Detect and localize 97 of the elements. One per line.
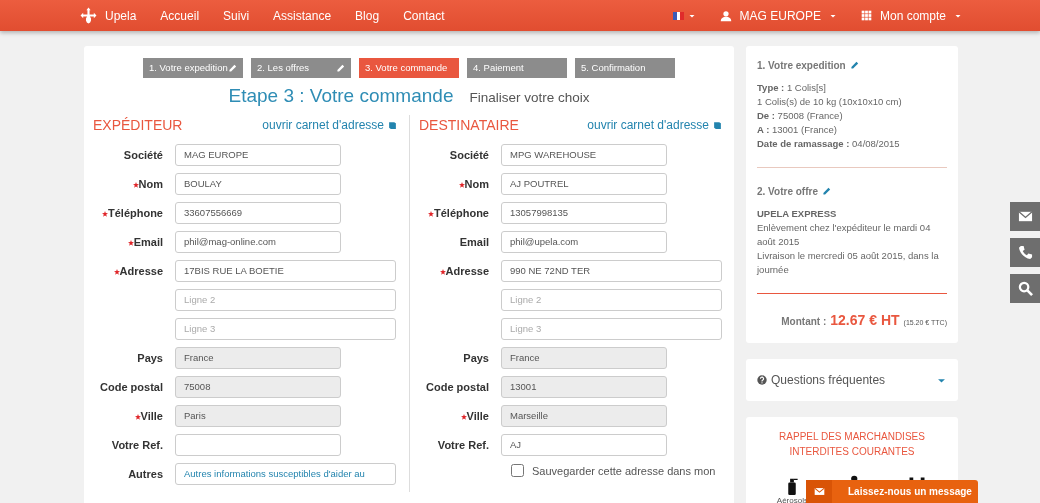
field-label: Email [459,235,489,248]
field-label: Email [127,235,163,248]
summary-line: A : 13001 (France) [757,123,838,137]
field-label: Société [449,148,489,161]
field-label: Votre Ref. [111,438,163,451]
flag-icon [672,11,684,20]
nav-link[interactable]: Assistance [273,6,332,25]
summary-heading: 1. Votre expedition [757,59,846,73]
pencil-icon [849,61,859,70]
input-field[interactable]: phil@mag-online.com [175,230,341,253]
logo-icon [80,7,97,24]
nav-link[interactable]: Contact [403,6,445,25]
input-field[interactable]: phil@upela.com [501,230,667,253]
input-field[interactable]: Ligne 2 [175,288,396,311]
amount-value: 12.67 € HT [830,311,900,330]
address-book-link[interactable]: ouvrir carnet d'adresse [262,116,397,134]
summary-line: Date de ramassage : 04/08/2015 [757,137,901,151]
field-label: Adresse [113,264,163,277]
field-label: Pays [137,351,163,364]
input-field[interactable]: 33607556669 [175,201,341,224]
mail-icon [812,486,826,497]
required-star-icon [439,268,446,275]
input-field[interactable]: Ligne 3 [501,317,722,340]
required-star-icon [102,210,108,217]
field-label: Ville [460,409,489,422]
field-label: Ville [134,409,163,422]
grid-icon [860,10,872,21]
input-field[interactable]: AJ POUTREL [501,172,667,195]
nav-link[interactable]: Blog [355,6,380,25]
nav-link[interactable]: Suivi [223,6,250,25]
search-button[interactable] [1010,274,1040,303]
account-menu[interactable]: Mon compte [860,6,962,25]
faq-panel[interactable]: Questions fréquentes [746,359,958,401]
faq-label: Questions fréquentes [771,372,886,389]
language-menu[interactable] [672,11,696,20]
address-book-link[interactable]: ouvrir carnet d'adresse [587,116,722,134]
input-field[interactable]: MPG WAREHOUSE [501,143,667,166]
input-field[interactable]: Autres informations susceptibles d'aider au [175,462,396,485]
input-field[interactable]: MAG EUROPE [175,143,341,166]
book-icon [388,120,397,130]
page-title: Etape 3 : Votre commande [228,84,454,108]
input-field[interactable]: 990 NE 72ND TER [501,259,722,282]
required-star-icon [113,268,120,275]
step-tab[interactable]: 3. Votre commande [359,58,459,78]
required-star-icon [428,210,434,217]
input-field[interactable]: AJ [501,433,667,456]
item-label: Aérosols [776,495,808,503]
offer-line: Livraison le mercredi 05 août 2015, dans la journée [757,249,940,277]
book-icon [713,120,722,130]
required-star-icon [127,239,134,246]
field-label: Téléphone [102,206,163,219]
input-field[interactable]: BOULAY [175,172,341,195]
pencil-icon [228,63,237,73]
summary-line: De : 75008 (France) [757,109,844,123]
required-star-icon [460,413,467,420]
nav-link[interactable]: Accueil [160,6,200,25]
summary-line: Type : 1 Colis[s] [757,81,827,95]
user-icon [719,9,732,22]
field-label: Votre Ref. [437,438,489,451]
field-label: Nom [458,177,489,190]
question-icon [757,375,767,385]
input-field[interactable]: Ligne 2 [501,288,722,311]
offer-name: UPELA EXPRESS [757,207,838,221]
brand-link[interactable]: Upela [105,6,137,25]
field-label: Code postal [426,380,489,393]
save-address-checkbox[interactable] [511,464,524,478]
required-star-icon [134,413,141,420]
phone-button[interactable] [1010,238,1040,267]
field-label: Société [123,148,163,161]
prohibited-title: RAPPEL DES MARCHANDISES INTERDITES COURANTES [778,430,926,459]
field-label: Pays [463,351,489,364]
field-label: Téléphone [428,206,489,219]
required-star-icon [458,181,465,188]
input-field[interactable]: 17BIS RUE LA BOETIE [175,259,396,282]
input-field[interactable]: 13057998135 [501,201,667,224]
offer-line: Enlèvement chez l'expéditeur le mardi 04 août 2015 [757,221,932,249]
section-heading: EXPÉDITEUR [93,115,183,135]
input-field[interactable]: Ligne 3 [175,317,396,340]
field-label: Adresse [439,264,489,277]
summary-heading: 2. Votre offre [757,185,818,199]
user-menu[interactable]: MAG EUROPE [719,6,837,25]
field-label: Autres [128,467,163,480]
input-field[interactable] [175,433,341,456]
summary-line: 1 Colis(s) de 10 kg (10x10x10 cm) [757,95,903,109]
page-subtitle: Finaliser votre choix [469,89,590,107]
pencil-icon [821,187,831,196]
field-label: Code postal [100,380,163,393]
email-button[interactable] [1010,202,1040,231]
field-label: Nom [132,177,163,190]
mail-icon [1017,209,1033,224]
save-address-label: Sauvegarder cette adresse dans mon [532,463,716,479]
amount-label: Montant : [781,315,827,329]
section-heading: DESTINATAIRE [419,115,519,135]
phone-icon [1017,245,1033,260]
required-star-icon [132,181,139,188]
search-icon [1017,281,1033,296]
pencil-icon [336,63,345,73]
